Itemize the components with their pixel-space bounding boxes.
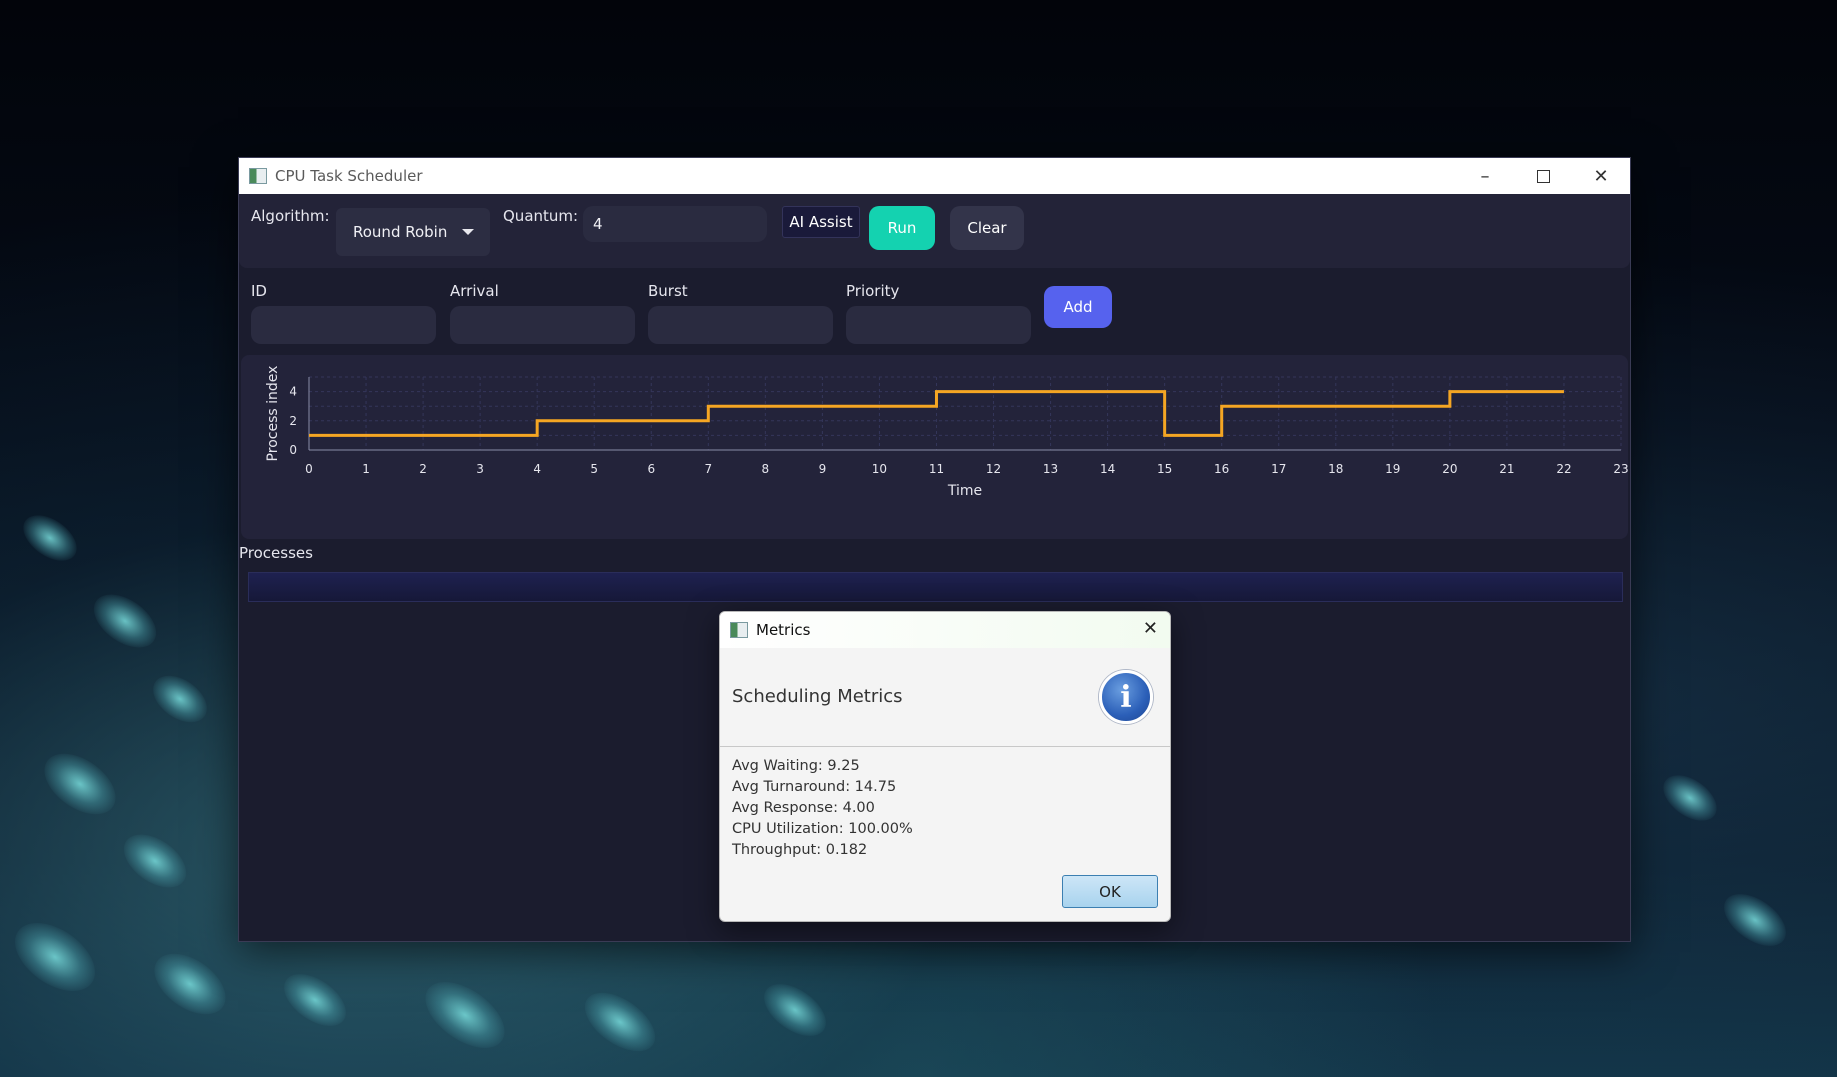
title-bar: CPU Task Scheduler – ✕ [239, 158, 1630, 194]
minimize-button[interactable]: – [1456, 158, 1514, 194]
add-button[interactable]: Add [1044, 286, 1112, 328]
x-tick-label: 0 [305, 462, 313, 476]
x-tick-label: 16 [1214, 462, 1229, 476]
x-tick-label: 23 [1613, 462, 1628, 476]
info-icon: i [1099, 670, 1153, 724]
metric-avg-waiting: Avg Waiting: 9.25 [732, 758, 860, 774]
ok-label: OK [1099, 882, 1121, 901]
x-tick-label: 8 [762, 462, 770, 476]
maximize-button[interactable] [1514, 158, 1572, 194]
x-tick-label: 21 [1499, 462, 1514, 476]
quantum-input[interactable]: 4 [583, 206, 767, 242]
ok-button[interactable]: OK [1062, 875, 1158, 908]
app-icon [730, 622, 748, 638]
y-tick-label: 2 [289, 414, 297, 428]
background-dot [33, 741, 127, 827]
dialog-title-bar: Metrics ✕ [720, 612, 1170, 648]
background-dot [15, 506, 85, 570]
close-icon: ✕ [1593, 165, 1609, 187]
x-tick-label: 3 [476, 462, 484, 476]
quantum-value: 4 [593, 215, 603, 233]
gantt-chart: 0 1 2 3 4 5 6 7 8 9 10 11 12 13 14 15 16 17 18 19 20 21 22 2302… [265, 366, 1629, 499]
x-tick-label: 17 [1271, 462, 1286, 476]
dialog-close-icon[interactable]: ✕ [1143, 618, 1158, 639]
x-tick-label: 7 [704, 462, 712, 476]
background-dot [143, 941, 237, 1027]
metric-throughput: Throughput: 0.182 [732, 842, 868, 858]
ai-assist-label: AI Assist [789, 213, 853, 231]
y-tick-label: 0 [289, 443, 297, 457]
y-tick-label: 4 [289, 385, 297, 399]
toolbar: Algorithm: Round Robin Quantum: 4 AI Ass… [239, 194, 1630, 268]
ai-assist-button[interactable]: AI Assist [782, 206, 860, 238]
dialog-title: Metrics [756, 621, 811, 639]
x-tick-label: 20 [1442, 462, 1457, 476]
clear-label: Clear [967, 219, 1007, 237]
background-dot [1714, 883, 1796, 957]
window-title: CPU Task Scheduler [275, 167, 423, 185]
x-axis-label: Time [947, 483, 982, 499]
x-tick-label: 5 [590, 462, 598, 476]
background-dot [114, 823, 196, 899]
metric-avg-turnaround: Avg Turnaround: 14.75 [732, 779, 897, 795]
x-tick-label: 11 [929, 462, 944, 476]
id-input[interactable] [251, 306, 436, 344]
priority-input[interactable] [846, 306, 1031, 344]
metrics-dialog: Metrics ✕ Scheduling Metrics i Avg Waiti… [719, 611, 1171, 922]
minimize-icon: – [1480, 165, 1490, 187]
arrival-label: Arrival [450, 282, 499, 300]
x-tick-label: 13 [1043, 462, 1058, 476]
x-tick-label: 15 [1157, 462, 1172, 476]
background-dot [2, 909, 108, 1005]
x-tick-label: 14 [1100, 462, 1115, 476]
burst-input[interactable] [648, 306, 833, 344]
algorithm-select[interactable]: Round Robin [336, 208, 490, 256]
metric-cpu-utilization: CPU Utilization: 100.00% [732, 821, 913, 837]
gantt-chart-panel: 0 1 2 3 4 5 6 7 8 9 10 11 12 13 14 15 16 17 18 19 20 21 22 23 0 2… [241, 355, 1629, 539]
run-label: Run [887, 219, 917, 237]
x-tick-label: 1 [362, 462, 370, 476]
chevron-down-icon [462, 229, 474, 235]
id-label: ID [251, 282, 267, 300]
background-dot [84, 583, 166, 659]
priority-label: Priority [846, 282, 900, 300]
run-button[interactable]: Run [869, 206, 935, 250]
add-label: Add [1063, 298, 1093, 316]
background-dot [413, 968, 517, 1062]
x-tick-label: 22 [1556, 462, 1571, 476]
metric-avg-response: Avg Response: 4.00 [732, 800, 875, 816]
burst-label: Burst [648, 282, 688, 300]
x-tick-label: 9 [819, 462, 827, 476]
y-axis-label: Process index [265, 366, 281, 462]
x-tick-label: 19 [1385, 462, 1400, 476]
quantum-label: Quantum: [503, 207, 579, 225]
background-dot [754, 973, 836, 1047]
arrival-input[interactable] [450, 306, 635, 344]
background-dot [1655, 766, 1725, 830]
background-dot [574, 981, 666, 1063]
x-tick-label: 18 [1328, 462, 1343, 476]
app-icon [249, 168, 267, 184]
background-dot [144, 666, 216, 732]
background-dot [274, 963, 356, 1037]
x-tick-label: 10 [872, 462, 887, 476]
dialog-heading: Scheduling Metrics [732, 686, 903, 707]
dialog-header: Scheduling Metrics i [720, 648, 1170, 747]
x-tick-label: 12 [986, 462, 1001, 476]
algorithm-value: Round Robin [353, 223, 448, 241]
x-tick-label: 4 [533, 462, 541, 476]
algorithm-label: Algorithm: [251, 207, 330, 225]
processes-table[interactable] [248, 572, 1623, 602]
processes-label: Processes [239, 544, 313, 562]
x-tick-label: 6 [647, 462, 655, 476]
clear-button[interactable]: Clear [950, 206, 1024, 250]
process-form: ID Arrival Burst Priority Add [239, 268, 1630, 350]
x-tick-label: 2 [419, 462, 427, 476]
close-button[interactable]: ✕ [1572, 158, 1630, 194]
maximize-icon [1536, 169, 1550, 183]
